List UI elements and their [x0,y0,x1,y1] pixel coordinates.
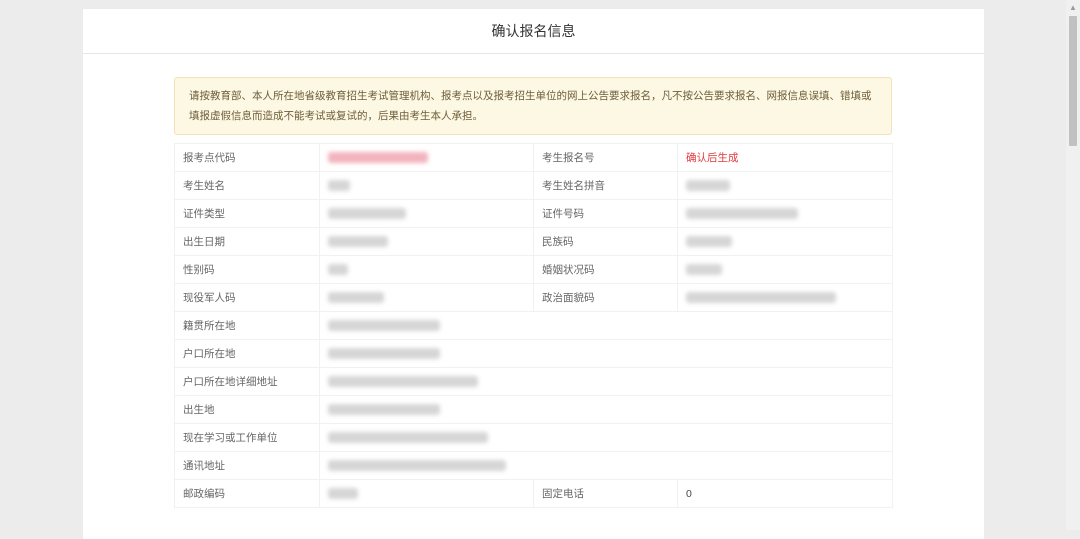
field-value [319,423,893,452]
table-row: 邮政编码 固定电话 0 [174,479,893,508]
field-label: 考生姓名 [174,171,320,200]
field-value [319,479,534,508]
field-value [677,283,893,312]
field-value [319,255,534,284]
table-row: 证件类型 证件号码 [174,199,893,228]
field-value [677,255,893,284]
field-value [677,227,893,256]
table-row: 籍贯所在地 [174,311,893,340]
field-label: 邮政编码 [174,479,320,508]
scroll-thumb[interactable] [1069,16,1077,146]
arrow-up-icon[interactable]: ▲ [1066,0,1080,14]
field-value [677,171,893,200]
field-value [319,367,893,396]
field-value [319,311,893,340]
field-value [319,339,893,368]
field-label: 证件类型 [174,199,320,228]
table-row: 报考点代码 考生报名号 确认后生成 [174,143,893,172]
landline-value: 0 [677,479,893,508]
info-table: 报考点代码 考生报名号 确认后生成 考生姓名 考生姓名拼音 证件类型 证件号码 … [174,143,893,508]
table-row: 出生日期 民族码 [174,227,893,256]
field-label: 性别码 [174,255,320,284]
page-title: 确认报名信息 [83,9,984,54]
field-label: 出生日期 [174,227,320,256]
field-label: 固定电话 [533,479,678,508]
field-label: 户口所在地 [174,339,320,368]
table-row: 通讯地址 [174,451,893,480]
field-label: 证件号码 [533,199,678,228]
table-row: 户口所在地 [174,339,893,368]
field-label: 政治面貌码 [533,283,678,312]
notice-box: 请按教育部、本人所在地省级教育招生考试管理机构、报考点以及报考招生单位的网上公告… [174,77,892,135]
vertical-scrollbar[interactable]: ▲ [1066,0,1080,530]
field-label: 考生报名号 [533,143,678,172]
field-value [319,171,534,200]
field-label: 婚姻状况码 [533,255,678,284]
field-value [677,199,893,228]
field-label: 报考点代码 [174,143,320,172]
field-label: 考生姓名拼音 [533,171,678,200]
field-label: 现在学习或工作单位 [174,423,320,452]
field-label: 户口所在地详细地址 [174,367,320,396]
field-value [319,395,893,424]
table-row: 户口所在地详细地址 [174,367,893,396]
table-row: 性别码 婚姻状况码 [174,255,893,284]
field-label: 现役军人码 [174,283,320,312]
table-row: 现役军人码 政治面貌码 [174,283,893,312]
field-label: 通讯地址 [174,451,320,480]
field-value [319,143,534,172]
registration-no-value: 确认后生成 [677,143,893,172]
field-label: 民族码 [533,227,678,256]
table-row: 现在学习或工作单位 [174,423,893,452]
table-row: 考生姓名 考生姓名拼音 [174,171,893,200]
field-value [319,199,534,228]
field-value [319,283,534,312]
field-label: 籍贯所在地 [174,311,320,340]
field-value [319,451,893,480]
field-value [319,227,534,256]
confirm-panel: 确认报名信息 请按教育部、本人所在地省级教育招生考试管理机构、报考点以及报考招生… [83,9,984,539]
table-row: 出生地 [174,395,893,424]
field-label: 出生地 [174,395,320,424]
